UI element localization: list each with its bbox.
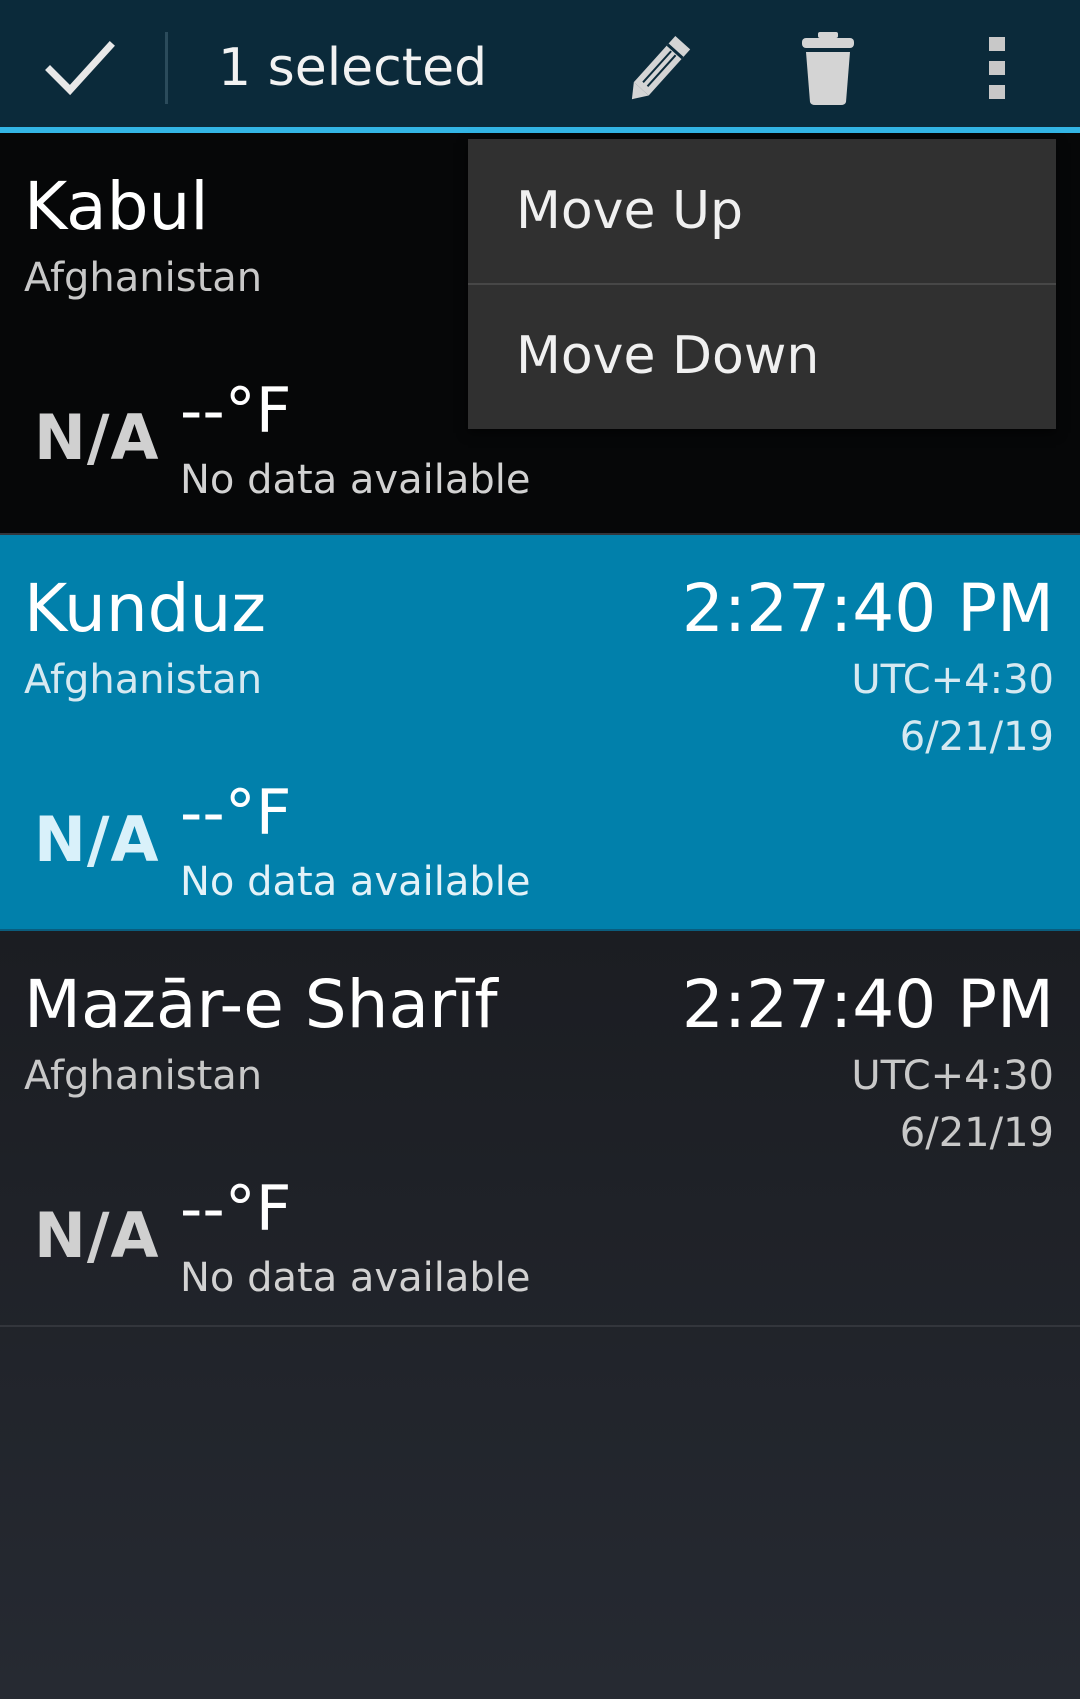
selection-count: 1 selected <box>218 38 488 98</box>
pencil-icon <box>631 36 691 100</box>
local-date: 6/21/19 <box>899 1110 1054 1156</box>
weather-na-icon: N/A <box>34 401 160 474</box>
edit-button[interactable] <box>605 22 715 114</box>
move-down-menu-item[interactable]: Move Down <box>468 283 1056 427</box>
action-bar-divider <box>165 32 168 104</box>
temperature: --°F <box>180 374 292 447</box>
temperature: --°F <box>180 1172 292 1245</box>
overflow-popup-menu: Move Up Move Down <box>468 139 1056 429</box>
overflow-menu-icon <box>989 37 1005 99</box>
weather-condition: No data available <box>180 1255 531 1301</box>
contextual-action-bar: 1 selected <box>0 0 1080 133</box>
delete-button[interactable] <box>773 22 883 114</box>
utc-offset: UTC+4:30 <box>851 1053 1054 1099</box>
local-time: 2:27:40 PM <box>681 570 1054 647</box>
check-icon <box>45 40 115 95</box>
city-row[interactable]: Mazār-e Sharīf Afghanistan 2:27:40 PM UT… <box>0 931 1080 1327</box>
city-name: Kabul <box>24 168 209 245</box>
country-name: Afghanistan <box>24 657 263 703</box>
weather-condition: No data available <box>180 457 531 503</box>
country-name: Afghanistan <box>24 255 263 301</box>
weather-na-icon: N/A <box>34 803 160 876</box>
move-up-menu-item[interactable]: Move Up <box>468 139 1056 283</box>
weather-condition: No data available <box>180 859 531 905</box>
local-date: 6/21/19 <box>899 714 1054 760</box>
utc-offset: UTC+4:30 <box>851 657 1054 703</box>
city-row-selected[interactable]: Kunduz Afghanistan 2:27:40 PM UTC+4:30 6… <box>0 535 1080 931</box>
trash-icon <box>802 32 854 105</box>
country-name: Afghanistan <box>24 1053 263 1099</box>
overflow-menu-button[interactable] <box>942 22 1052 114</box>
done-button[interactable] <box>30 20 130 115</box>
city-name: Kunduz <box>24 570 267 647</box>
local-time: 2:27:40 PM <box>681 966 1054 1043</box>
temperature: --°F <box>180 776 292 849</box>
city-name: Mazār-e Sharīf <box>24 966 498 1043</box>
weather-na-icon: N/A <box>34 1199 160 1272</box>
